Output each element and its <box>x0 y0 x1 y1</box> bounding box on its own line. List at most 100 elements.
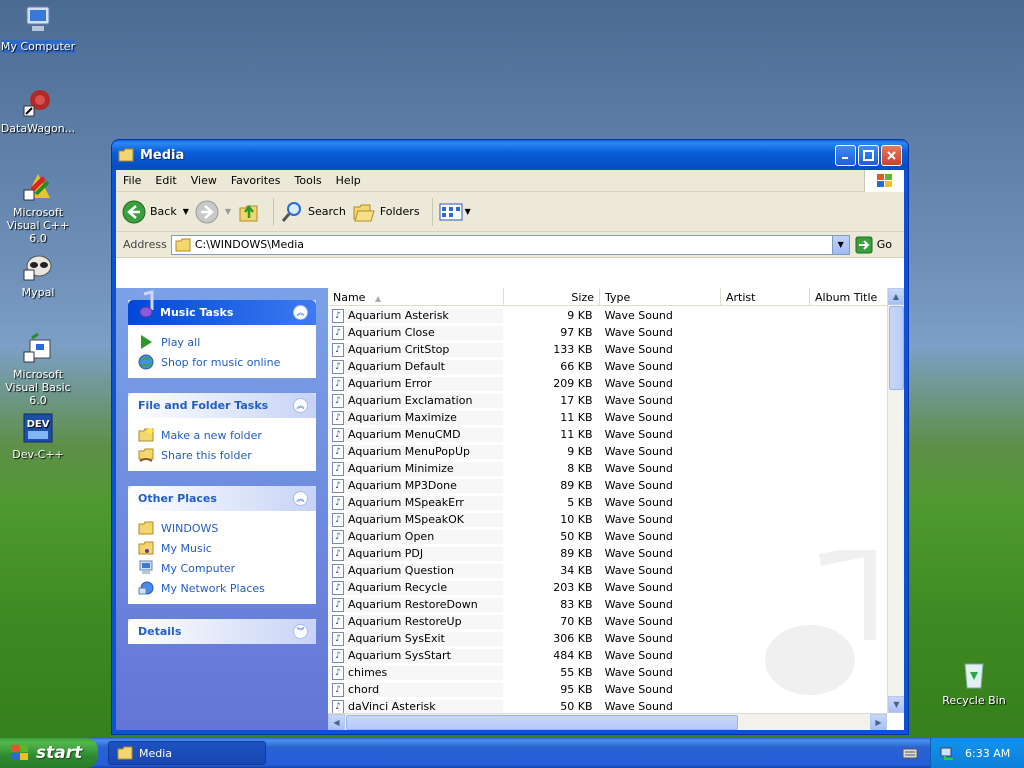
chevron-down-icon[interactable]: ▼ <box>225 207 231 216</box>
desktop-icon-datawagon[interactable]: DataWagon... <box>0 86 78 135</box>
back-button[interactable]: Back ▼ <box>122 200 189 224</box>
keyboard-icon[interactable] <box>902 747 918 759</box>
expand-chevron-icon[interactable]: ︾ <box>293 624 308 639</box>
place-my-computer[interactable]: My Computer <box>138 558 306 578</box>
cell-type: Wave Sound <box>604 615 673 628</box>
menu-tools[interactable]: Tools <box>288 174 329 187</box>
file-name: Aquarium Recycle <box>348 581 448 594</box>
file-name: Aquarium Open <box>348 530 435 543</box>
scroll-right-button[interactable]: ▶ <box>870 714 887 730</box>
desktop-icon-dev-cpp[interactable]: DEV Dev-C++ <box>0 412 78 461</box>
desktop-icon-recycle-bin[interactable]: Recycle Bin <box>934 658 1014 707</box>
windows-flag-icon <box>876 174 892 187</box>
cell-size: 95 KB <box>560 683 593 696</box>
horizontal-scrollbar[interactable]: ◀ ▶ <box>328 713 887 730</box>
other-places-header[interactable]: Other Places ︽ <box>128 486 316 511</box>
menu-edit[interactable]: Edit <box>148 174 183 187</box>
cell-type: Wave Sound <box>604 649 673 662</box>
table-row[interactable]: ♪ Aquarium MP3Done 89 KB Wave Sound <box>328 477 887 494</box>
minimize-button[interactable] <box>835 144 856 166</box>
file-name: Aquarium Question <box>348 564 454 577</box>
task-share-folder[interactable]: Share this folder <box>138 445 306 465</box>
table-row[interactable]: ♪ Aquarium MenuPopUp 9 KB Wave Sound <box>328 443 887 460</box>
forward-button[interactable]: ▼ <box>195 200 231 224</box>
desktop-icon-visual-cpp[interactable]: Microsoft Visual C++ 6.0 <box>0 170 78 245</box>
collapse-chevron-icon[interactable]: ︽ <box>293 398 308 413</box>
column-header-name[interactable]: Name ▲ <box>328 288 504 306</box>
table-row[interactable]: ♪ Aquarium MenuCMD 11 KB Wave Sound <box>328 426 887 443</box>
cell-type: Wave Sound <box>604 496 673 509</box>
table-row[interactable]: ♪ Aquarium Maximize 11 KB Wave Sound <box>328 409 887 426</box>
place-my-music[interactable]: My Music <box>138 538 306 558</box>
place-my-network-places[interactable]: My Network Places <box>138 578 306 598</box>
cell-size: 50 KB <box>560 530 593 543</box>
folders-button[interactable]: Folders <box>352 200 420 224</box>
search-button[interactable]: Search <box>280 200 346 224</box>
table-row[interactable]: ♪ Aquarium MSpeakOK 10 KB Wave Sound <box>328 511 887 528</box>
collapse-chevron-icon[interactable]: ︽ <box>293 305 308 320</box>
maximize-button[interactable] <box>858 144 879 166</box>
desktop-icon-visual-basic[interactable]: Microsoft Visual Basic 6.0 <box>0 332 78 407</box>
table-row[interactable]: ♪ Aquarium Error 209 KB Wave Sound <box>328 375 887 392</box>
table-row[interactable]: ♪ Aquarium Default 66 KB Wave Sound <box>328 358 887 375</box>
cell-size: 9 KB <box>567 309 593 322</box>
cell-name: ♪ Aquarium MenuPopUp <box>328 444 504 459</box>
explorer-window: Media File Edit View Favorites Tools Hel… <box>111 139 909 735</box>
views-button[interactable]: ▼ <box>439 202 471 222</box>
column-header-size[interactable]: Size <box>504 288 600 306</box>
collapse-chevron-icon[interactable]: ︽ <box>293 491 308 506</box>
task-play-all[interactable]: Play all <box>138 332 306 352</box>
cell-type: Wave Sound <box>604 394 673 407</box>
menu-favorites[interactable]: Favorites <box>224 174 288 187</box>
address-input[interactable]: C:\WINDOWS\Media ▼ <box>170 234 850 255</box>
menu-view[interactable]: View <box>184 174 224 187</box>
start-button[interactable]: start <box>0 738 98 768</box>
task-shop-music[interactable]: Shop for music online <box>138 352 306 372</box>
scroll-thumb[interactable] <box>889 306 904 390</box>
table-row[interactable]: ♪ daVinci Asterisk 50 KB Wave Sound <box>328 698 887 713</box>
go-button[interactable]: Go <box>855 236 892 254</box>
vertical-scrollbar[interactable]: ▲ ▼ <box>887 288 904 713</box>
music-watermark-icon <box>765 550 876 695</box>
file-folder-tasks-header[interactable]: File and Folder Tasks ︽ <box>128 393 316 418</box>
table-row[interactable]: ♪ Aquarium CritStop 133 KB Wave Sound <box>328 341 887 358</box>
column-header-artist[interactable]: Artist <box>721 288 810 306</box>
taskbar-item-media[interactable]: Media <box>108 741 266 765</box>
menu-file[interactable]: File <box>116 174 148 187</box>
menu-help[interactable]: Help <box>329 174 368 187</box>
table-row[interactable]: ♪ Aquarium Open 50 KB Wave Sound <box>328 528 887 545</box>
place-windows[interactable]: WINDOWS <box>138 518 306 538</box>
cell-type: Wave Sound <box>604 700 673 713</box>
computer-icon <box>139 560 153 574</box>
table-row[interactable]: ♪ Aquarium Close 97 KB Wave Sound <box>328 324 887 341</box>
desktop-icon-mypal[interactable]: Mypal <box>0 250 78 299</box>
table-row[interactable]: ♪ Aquarium MSpeakErr 5 KB Wave Sound <box>328 494 887 511</box>
network-tray-icon[interactable] <box>939 745 955 761</box>
scroll-thumb[interactable] <box>346 715 738 730</box>
wave-sound-file-icon: ♪ <box>332 631 344 646</box>
table-row[interactable]: ♪ Aquarium Asterisk 9 KB Wave Sound <box>328 307 887 324</box>
up-folder-button[interactable] <box>237 200 261 224</box>
chevron-down-icon[interactable]: ▼ <box>465 207 471 216</box>
table-row[interactable]: ♪ Aquarium Minimize 8 KB Wave Sound <box>328 460 887 477</box>
desktop-icon-label: My Computer <box>0 40 76 53</box>
music-tasks-header[interactable]: Music Tasks ︽ <box>128 290 316 325</box>
column-header-album-title[interactable]: Album Title <box>810 288 890 306</box>
chevron-down-icon[interactable]: ▼ <box>183 207 189 216</box>
wave-sound-file-icon: ♪ <box>332 478 344 493</box>
desktop-icon-my-computer[interactable]: My Computer <box>0 4 78 53</box>
scroll-left-button[interactable]: ◀ <box>328 714 345 730</box>
file-name: Aquarium Error <box>348 377 432 390</box>
details-header[interactable]: Details ︾ <box>128 619 316 644</box>
file-name: Aquarium MSpeakOK <box>348 513 464 526</box>
scroll-down-button[interactable]: ▼ <box>888 696 904 713</box>
title-bar[interactable]: Media <box>112 140 908 170</box>
scroll-up-button[interactable]: ▲ <box>888 288 904 305</box>
task-new-folder[interactable]: Make a new folder <box>138 425 306 445</box>
column-header-type[interactable]: Type <box>600 288 721 306</box>
music-note-icon <box>139 290 154 318</box>
table-row[interactable]: ♪ Aquarium Exclamation 17 KB Wave Sound <box>328 392 887 409</box>
cell-name: ♪ Aquarium Exclamation <box>328 393 504 408</box>
close-button[interactable] <box>881 144 902 166</box>
address-dropdown[interactable]: ▼ <box>831 235 849 254</box>
